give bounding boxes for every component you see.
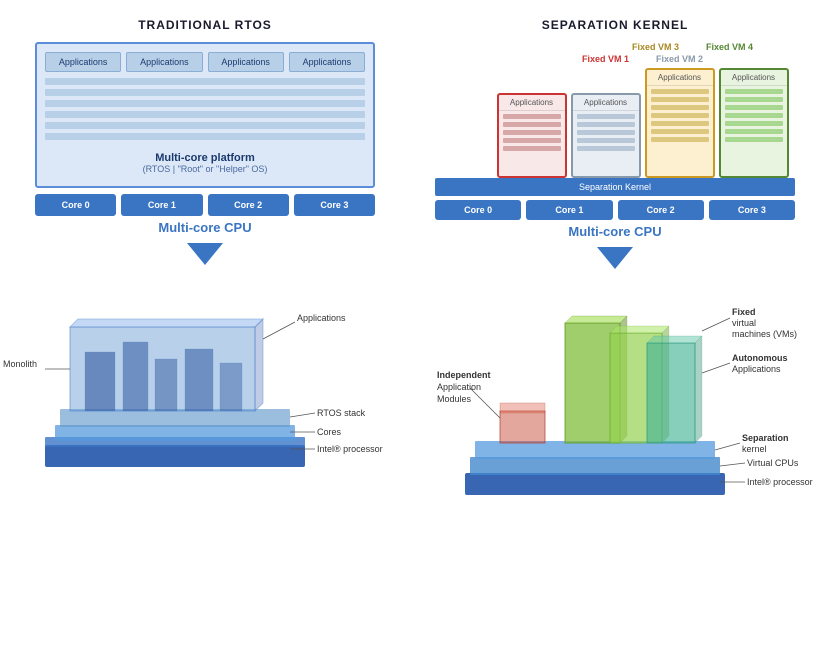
rtos-apps-row: Applications Applications Applications A…: [45, 52, 365, 72]
left-cores-bar: Core 0 Core 1 Core 2 Core 3: [35, 194, 375, 216]
rtos-line-4: [45, 111, 365, 118]
right-illustration: Fixed virtual machines (VMs) Autonomous …: [435, 283, 795, 503]
left-arrow-down: [187, 243, 223, 265]
sk-cores-bar: Core 0 Core 1 Core 2 Core 3: [435, 200, 795, 220]
left-illus-svg: Monolith Applications RTOS stack Cores I…: [35, 277, 375, 477]
svg-text:Independent: Independent: [437, 370, 491, 380]
svg-text:Modules: Modules: [437, 394, 472, 404]
vm4-lines: [721, 86, 787, 176]
left-core-0: Core 0: [35, 194, 116, 216]
svg-text:Application: Application: [437, 382, 481, 392]
vm3-app-label: Applications: [647, 70, 713, 86]
svg-text:Intel® processor: Intel® processor: [747, 477, 813, 487]
app-box-3: Applications: [289, 52, 365, 72]
vm4-top-label: Fixed VM 4: [695, 42, 765, 52]
right-cpu-label: Multi-core CPU: [568, 224, 661, 239]
rtos-line-2: [45, 89, 365, 96]
rtos-lines: [45, 78, 365, 140]
vm4-app-label: Applications: [721, 70, 787, 86]
svg-text:machines (VMs): machines (VMs): [732, 329, 797, 339]
left-panel: TRADITIONAL RTOS Applications Applicatio…: [0, 0, 410, 664]
svg-text:RTOS stack: RTOS stack: [317, 408, 366, 418]
left-cpu-label: Multi-core CPU: [158, 220, 251, 235]
svg-text:Separation: Separation: [742, 433, 789, 443]
right-arrow-down: [597, 247, 633, 269]
svg-text:Intel® processor: Intel® processor: [317, 444, 383, 454]
svg-text:Virtual CPUs: Virtual CPUs: [747, 458, 799, 468]
sk-core-3: Core 3: [709, 200, 795, 220]
left-core-2: Core 2: [208, 194, 289, 216]
vm2-lines: [573, 111, 639, 176]
svg-text:Applications: Applications: [297, 313, 346, 323]
vm3-lines: [647, 86, 713, 176]
right-panel: SEPARATION KERNEL Fixed VM 3 Fixed VM 4 …: [410, 0, 820, 664]
svg-text:Monolith: Monolith: [3, 359, 37, 369]
left-title: TRADITIONAL RTOS: [138, 18, 272, 32]
svg-text:Applications: Applications: [732, 364, 781, 374]
left-core-1: Core 1: [121, 194, 202, 216]
vm3-box: Applications: [645, 68, 715, 178]
vm1-label: Fixed VM 1: [571, 54, 641, 64]
vm2-label: Fixed VM 2: [645, 54, 715, 64]
sk-bar: Separation Kernel: [435, 178, 795, 196]
svg-text:Fixed: Fixed: [732, 307, 756, 317]
svg-text:kernel: kernel: [742, 444, 767, 454]
rtos-line-3: [45, 100, 365, 107]
vm-top-labels: Fixed VM 3 Fixed VM 4: [466, 42, 765, 52]
app-box-0: Applications: [45, 52, 121, 72]
svg-text:virtual: virtual: [732, 318, 756, 328]
sk-core-1: Core 1: [526, 200, 612, 220]
sk-vms-row: Applications Applications: [442, 68, 789, 178]
app-box-2: Applications: [208, 52, 284, 72]
vm2-box: Applications: [571, 93, 641, 178]
rtos-line-5: [45, 122, 365, 129]
vm1-lines: [499, 111, 565, 176]
vm1-app-label: Applications: [499, 95, 565, 111]
main-container: TRADITIONAL RTOS Applications Applicatio…: [0, 0, 820, 664]
rtos-diagram: Applications Applications Applications A…: [35, 42, 375, 188]
rtos-line-1: [45, 78, 365, 85]
svg-text:Cores: Cores: [317, 427, 342, 437]
vm2-app-label: Applications: [573, 95, 639, 111]
svg-text:Autonomous: Autonomous: [732, 353, 788, 363]
rtos-platform-label: Multi-core platform (RTOS | "Root" or "H…: [45, 146, 365, 178]
sk-core-0: Core 0: [435, 200, 521, 220]
vm3-top-label: Fixed VM 3: [621, 42, 691, 52]
vm4-box: Applications: [719, 68, 789, 178]
right-illus-svg: Fixed virtual machines (VMs) Autonomous …: [435, 283, 795, 503]
rtos-line-6: [45, 133, 365, 140]
left-illustration: Monolith Applications RTOS stack Cores I…: [35, 277, 375, 477]
left-core-3: Core 3: [294, 194, 375, 216]
vm1-box: Applications: [497, 93, 567, 178]
right-title: SEPARATION KERNEL: [542, 18, 689, 32]
sk-core-2: Core 2: [618, 200, 704, 220]
vm-labels-row: Fixed VM 1 Fixed VM 2: [516, 54, 715, 64]
app-box-1: Applications: [126, 52, 202, 72]
